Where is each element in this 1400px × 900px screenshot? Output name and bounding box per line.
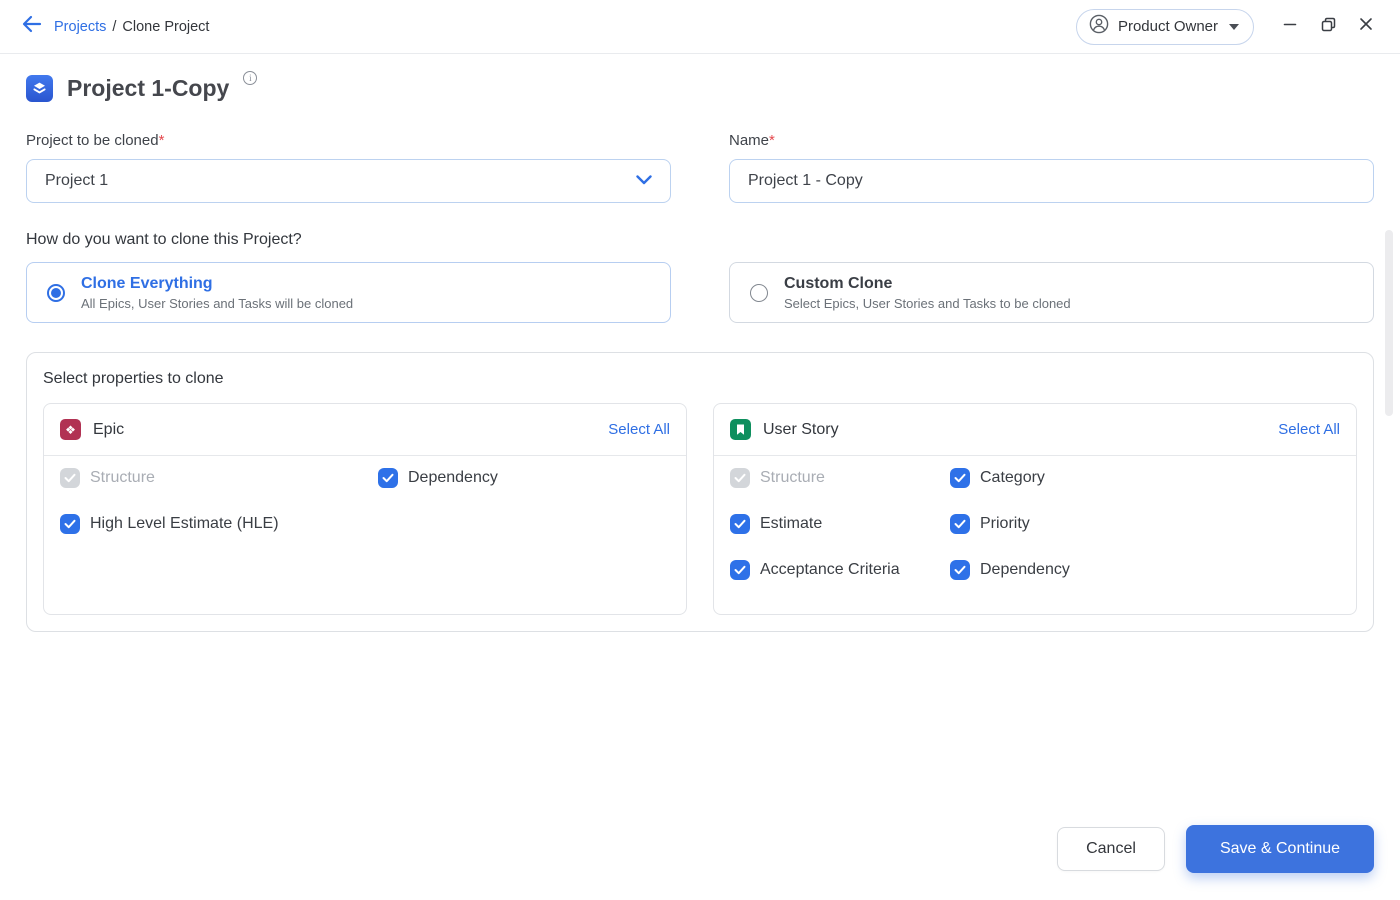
breadcrumb-separator: / bbox=[112, 19, 116, 35]
titlebar: Projects / Clone Project Product Owner bbox=[0, 0, 1400, 54]
story-structure-checkbox-row: Structure bbox=[730, 468, 950, 488]
checkbox-checked-icon[interactable] bbox=[730, 560, 750, 580]
save-continue-button[interactable]: Save & Continue bbox=[1186, 825, 1374, 873]
checkbox-label: Structure bbox=[90, 469, 155, 487]
required-asterisk: * bbox=[769, 132, 775, 149]
checkbox-label: Acceptance Criteria bbox=[760, 561, 900, 579]
page-title-row: Project 1-Copy i bbox=[26, 73, 1374, 103]
user-story-icon bbox=[730, 419, 751, 440]
clone-mode-question: How do you want to clone this Project? bbox=[26, 230, 1374, 250]
properties-section: Select properties to clone ❖ Epic Select… bbox=[26, 352, 1374, 632]
checkbox-checked-icon[interactable] bbox=[950, 514, 970, 534]
custom-clone-description: Select Epics, User Stories and Tasks to … bbox=[784, 296, 1071, 311]
epic-group-card: ❖ Epic Select All Structure Dependency bbox=[43, 403, 687, 615]
epic-select-all-link[interactable]: Select All bbox=[608, 421, 670, 438]
clone-everything-title: Clone Everything bbox=[81, 274, 353, 294]
checkbox-label: Priority bbox=[980, 515, 1030, 533]
custom-clone-title: Custom Clone bbox=[784, 274, 1071, 294]
checkbox-checked-disabled-icon bbox=[60, 468, 80, 488]
info-icon[interactable]: i bbox=[243, 71, 257, 85]
project-select-field: Project to be cloned* Project 1 bbox=[26, 131, 671, 203]
minimize-icon bbox=[1283, 17, 1297, 36]
close-icon bbox=[1359, 17, 1373, 36]
required-asterisk: * bbox=[159, 132, 165, 149]
checkbox-checked-disabled-icon bbox=[730, 468, 750, 488]
checkbox-checked-icon[interactable] bbox=[730, 514, 750, 534]
properties-groups: ❖ Epic Select All Structure Dependency bbox=[43, 403, 1357, 615]
name-field: Name* bbox=[729, 131, 1374, 203]
arrow-left-icon bbox=[22, 15, 42, 38]
user-story-group-body: Structure Category Estimate Priority bbox=[714, 456, 1356, 614]
window-controls bbox=[1276, 13, 1380, 41]
checkbox-label: High Level Estimate (HLE) bbox=[90, 515, 279, 533]
footer-actions: Cancel Save & Continue bbox=[1057, 825, 1374, 873]
epic-hle-checkbox-row[interactable]: High Level Estimate (HLE) bbox=[60, 514, 378, 534]
project-select-dropdown[interactable]: Project 1 bbox=[26, 159, 671, 203]
main-content: Project 1-Copy i Project to be cloned* P… bbox=[0, 54, 1400, 632]
epic-group-name: Epic bbox=[93, 421, 124, 439]
user-story-select-all-link[interactable]: Select All bbox=[1278, 421, 1340, 438]
chevron-down-icon bbox=[1229, 24, 1239, 30]
checkbox-label: Dependency bbox=[980, 561, 1070, 579]
page-title: Project 1-Copy bbox=[67, 73, 229, 103]
user-story-group-card: User Story Select All Structure Category… bbox=[713, 403, 1357, 615]
scrollbar-thumb[interactable] bbox=[1385, 230, 1393, 416]
story-acceptance-criteria-checkbox-row[interactable]: Acceptance Criteria bbox=[730, 560, 950, 580]
epic-group-body: Structure Dependency High Level Estimate… bbox=[44, 456, 686, 568]
checkbox-checked-icon[interactable] bbox=[60, 514, 80, 534]
custom-clone-option[interactable]: Custom Clone Select Epics, User Stories … bbox=[729, 262, 1374, 323]
close-button[interactable] bbox=[1352, 13, 1380, 41]
epic-group-header: ❖ Epic Select All bbox=[44, 404, 686, 456]
checkbox-label: Structure bbox=[760, 469, 825, 487]
epic-structure-checkbox-row: Structure bbox=[60, 468, 378, 488]
properties-heading: Select properties to clone bbox=[43, 369, 1357, 389]
epic-icon: ❖ bbox=[60, 419, 81, 440]
minimize-button[interactable] bbox=[1276, 13, 1304, 41]
breadcrumb: Projects / Clone Project bbox=[54, 19, 209, 35]
checkbox-label: Estimate bbox=[760, 515, 822, 533]
form-grid: Project to be cloned* Project 1 Name* bbox=[26, 131, 1374, 203]
back-button[interactable] bbox=[16, 11, 48, 43]
story-category-checkbox-row[interactable]: Category bbox=[950, 468, 1340, 488]
user-story-group-header: User Story Select All bbox=[714, 404, 1356, 456]
user-role-menu[interactable]: Product Owner bbox=[1076, 9, 1254, 45]
epic-dependency-checkbox-row[interactable]: Dependency bbox=[378, 468, 670, 488]
breadcrumb-projects-link[interactable]: Projects bbox=[54, 19, 106, 35]
checkbox-label: Dependency bbox=[408, 469, 498, 487]
user-icon bbox=[1089, 14, 1109, 39]
name-label: Name* bbox=[729, 131, 1374, 151]
breadcrumb-current: Clone Project bbox=[122, 19, 209, 35]
clone-everything-option[interactable]: Clone Everything All Epics, User Stories… bbox=[26, 262, 671, 323]
radio-selected-icon[interactable] bbox=[47, 284, 65, 302]
cancel-button[interactable]: Cancel bbox=[1057, 827, 1165, 871]
story-estimate-checkbox-row[interactable]: Estimate bbox=[730, 514, 950, 534]
checkbox-label: Category bbox=[980, 469, 1045, 487]
story-dependency-checkbox-row[interactable]: Dependency bbox=[950, 560, 1340, 580]
project-layers-icon bbox=[26, 75, 53, 102]
chevron-down-icon bbox=[636, 172, 652, 190]
checkbox-checked-icon[interactable] bbox=[950, 468, 970, 488]
checkbox-checked-icon[interactable] bbox=[950, 560, 970, 580]
clone-mode-options: Clone Everything All Epics, User Stories… bbox=[26, 262, 1374, 323]
project-select-label: Project to be cloned* bbox=[26, 131, 671, 151]
checkbox-checked-icon[interactable] bbox=[378, 468, 398, 488]
story-priority-checkbox-row[interactable]: Priority bbox=[950, 514, 1340, 534]
restore-icon bbox=[1321, 17, 1336, 37]
user-story-group-name: User Story bbox=[763, 421, 839, 439]
restore-button[interactable] bbox=[1314, 13, 1342, 41]
project-select-value: Project 1 bbox=[45, 172, 108, 190]
name-input[interactable] bbox=[729, 159, 1374, 203]
clone-everything-description: All Epics, User Stories and Tasks will b… bbox=[81, 296, 353, 311]
user-role-label: Product Owner bbox=[1118, 18, 1218, 35]
radio-unselected-icon[interactable] bbox=[750, 284, 768, 302]
